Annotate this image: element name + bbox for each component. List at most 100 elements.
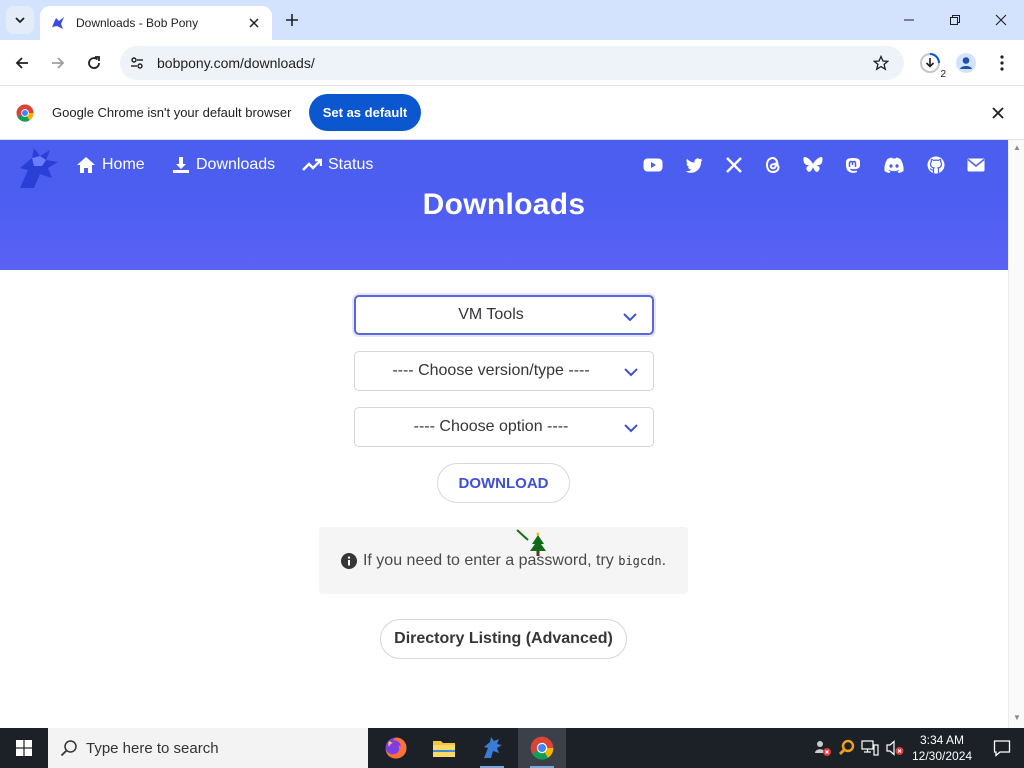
option-select[interactable]: ---- Choose option ---- — [354, 407, 654, 447]
nav-home-link[interactable]: Home — [76, 154, 145, 176]
github-icon — [927, 156, 945, 174]
bluesky-icon — [803, 157, 823, 172]
nav-downloads-label: Downloads — [196, 156, 276, 173]
chevron-down-icon — [624, 424, 638, 433]
tray-volume[interactable] — [886, 739, 904, 757]
directory-listing-button[interactable]: Directory Listing (Advanced) — [380, 619, 627, 659]
bobpony-logo-icon[interactable] — [12, 144, 64, 192]
youtube-icon — [643, 158, 663, 172]
category-select-value: VM Tools — [458, 306, 524, 323]
nav-downloads-link[interactable]: Downloads — [172, 154, 275, 176]
tab-title: Downloads - Bob Pony — [76, 16, 199, 30]
discord-link[interactable] — [884, 155, 904, 175]
tab-strip: Downloads - Bob Pony — [0, 0, 1024, 40]
option-select-value: ---- Choose option ---- — [413, 418, 569, 435]
scroll-down-arrow[interactable]: ▼ — [1013, 714, 1021, 722]
tray-search-app[interactable] — [838, 739, 856, 757]
menu-button[interactable] — [988, 49, 1016, 77]
arrow-left-icon — [15, 57, 28, 69]
infobar-close-button[interactable] — [988, 103, 1008, 123]
category-select[interactable]: VM Tools — [354, 295, 654, 335]
page-scrollbar[interactable]: ▲ ▼ — [1008, 140, 1024, 728]
set-as-default-button[interactable]: Set as default — [309, 94, 421, 131]
kebab-menu-icon — [1000, 55, 1004, 71]
tray-network[interactable] — [861, 739, 879, 757]
infobar-message: Google Chrome isn't your default browser — [52, 105, 292, 120]
trend-icon — [302, 158, 322, 171]
default-browser-infobar: Google Chrome isn't your default browser… — [0, 86, 1024, 140]
minimize-button[interactable] — [886, 0, 932, 40]
download-button[interactable]: DOWNLOAD — [437, 463, 570, 503]
minimize-icon — [904, 19, 914, 21]
forward-button[interactable] — [44, 49, 72, 77]
nav-status-link[interactable]: Status — [302, 154, 373, 176]
firefox-icon — [385, 737, 407, 759]
github-link[interactable] — [926, 155, 946, 175]
download-progress-icon — [920, 53, 940, 73]
taskbar-search-box[interactable]: Type here to search — [48, 728, 368, 768]
taskbar-search-placeholder: Type here to search — [86, 739, 219, 757]
notice-text: If you need to enter a password, try — [362, 551, 619, 569]
threads-link[interactable] — [763, 155, 783, 175]
password-code: bigcdn — [618, 553, 662, 568]
chrome-logo-icon — [16, 104, 34, 122]
restore-button[interactable] — [932, 0, 978, 40]
profile-button[interactable] — [952, 49, 980, 77]
twitter-link[interactable] — [684, 155, 704, 175]
taskbar-file-explorer[interactable] — [420, 728, 468, 768]
close-icon — [995, 14, 1007, 26]
taskbar-clock[interactable]: 3:34 AM 12/30/2024 — [912, 732, 972, 764]
site-info-button[interactable] — [123, 49, 151, 77]
bobpony-favicon-icon — [52, 17, 64, 29]
new-tab-button[interactable] — [280, 8, 304, 32]
reload-button[interactable] — [80, 49, 108, 77]
youtube-link[interactable] — [643, 155, 663, 175]
volume-muted-icon — [886, 740, 904, 756]
tab-close-button[interactable] — [246, 15, 262, 31]
threads-icon — [765, 156, 780, 174]
bobpony-app-icon — [484, 737, 502, 758]
restore-icon — [950, 15, 960, 25]
bluesky-link[interactable] — [803, 155, 823, 175]
magnifier-icon — [839, 739, 855, 755]
downloads-count-badge: 2 — [940, 69, 946, 80]
mastodon-link[interactable] — [843, 155, 863, 175]
clock-date: 12/30/2024 — [912, 749, 973, 763]
bookmark-button[interactable] — [870, 52, 892, 74]
taskbar-bobpony-app[interactable] — [468, 728, 516, 768]
url-text: bobpony.com/downloads/ — [157, 55, 315, 71]
search-icon — [60, 740, 77, 757]
downloads-button[interactable]: 2 — [916, 49, 946, 80]
taskbar-chrome[interactable] — [518, 728, 566, 768]
discord-icon — [884, 157, 904, 173]
scroll-up-arrow[interactable]: ▲ — [1013, 144, 1021, 152]
email-link[interactable] — [966, 155, 986, 175]
tab-search-button[interactable] — [6, 6, 34, 34]
x-icon — [726, 157, 742, 173]
home-icon — [77, 157, 95, 173]
version-select[interactable]: ---- Choose version/type ---- — [354, 351, 654, 391]
browser-tab[interactable]: Downloads - Bob Pony — [40, 6, 272, 40]
notifications-button[interactable] — [980, 728, 1024, 768]
tray-network-people[interactable] — [814, 739, 832, 757]
mail-icon — [967, 158, 985, 172]
windows-logo-icon — [16, 740, 32, 756]
x-link[interactable] — [724, 155, 744, 175]
mastodon-icon — [845, 157, 860, 173]
password-notice: If you need to enter a password, try big… — [319, 527, 688, 594]
close-window-button[interactable] — [978, 0, 1024, 40]
back-button[interactable] — [8, 49, 36, 77]
taskbar-firefox[interactable] — [372, 728, 420, 768]
tune-icon — [131, 57, 143, 69]
browser-toolbar: bobpony.com/downloads/ 2 — [0, 40, 1024, 86]
page-viewport: Home Downloads Status Downloads VM Tools… — [0, 140, 1008, 728]
chevron-down-icon — [623, 313, 637, 322]
notification-icon — [993, 740, 1011, 757]
start-button[interactable] — [0, 728, 48, 768]
network-icon — [861, 740, 879, 756]
reload-icon — [88, 56, 100, 69]
close-icon — [992, 107, 1004, 119]
address-bar[interactable]: bobpony.com/downloads/ — [120, 46, 904, 80]
people-alert-icon — [815, 741, 831, 756]
nav-home-label: Home — [102, 156, 145, 173]
